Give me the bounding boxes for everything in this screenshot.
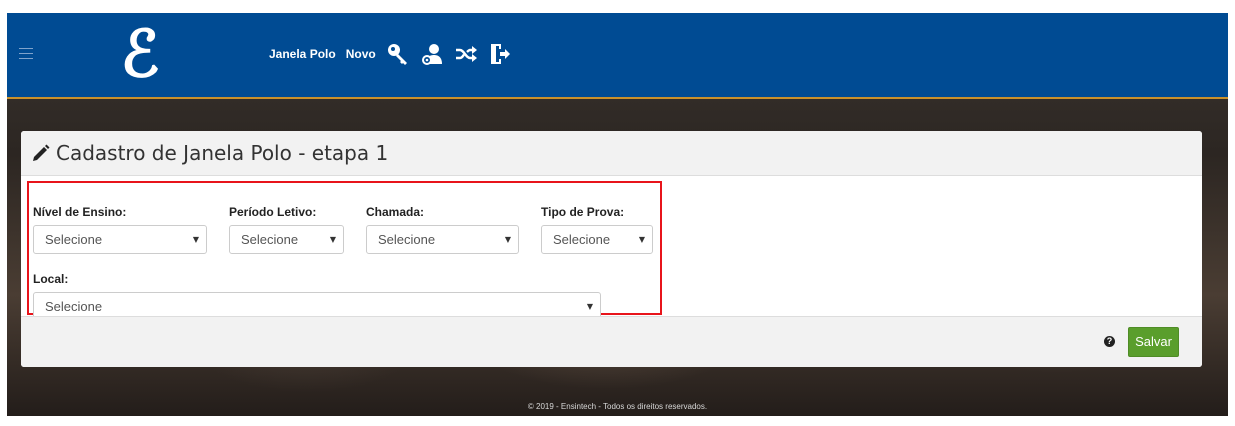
chevron-down-icon: ▼	[329, 235, 336, 244]
logout-icon[interactable]	[488, 42, 512, 66]
user-settings-icon[interactable]	[420, 42, 444, 66]
page-title-text: Cadastro de Janela Polo - etapa 1	[56, 141, 389, 165]
nav-link-novo[interactable]: Novo	[346, 47, 376, 61]
card-header: Cadastro de Janela Polo - etapa 1	[21, 131, 1202, 176]
chevron-down-icon: ▼	[192, 235, 199, 244]
nivel-ensino-value: Selecione	[45, 232, 103, 247]
periodo-letivo-field: Período Letivo: Selecione ▼	[229, 204, 344, 254]
chevron-down-icon: ▼	[638, 235, 645, 244]
nav-links: Janela Polo Novo	[269, 41, 512, 67]
tipo-prova-label: Tipo de Prova:	[541, 205, 625, 219]
copyright-footer: © 2019 - Ensintech - Todos os direitos r…	[527, 402, 708, 411]
nivel-ensino-field: Nível de Ensino: Selecione ▼	[33, 204, 207, 254]
hamburger-menu-icon[interactable]	[19, 48, 33, 59]
chamada-value: Selecione	[378, 232, 436, 247]
periodo-letivo-label: Período Letivo:	[229, 205, 317, 219]
chevron-down-icon: ▼	[504, 235, 511, 244]
page-title: Cadastro de Janela Polo - etapa 1	[32, 140, 388, 166]
nivel-ensino-label: Nível de Ensino:	[33, 205, 127, 219]
nav-link-janela-polo[interactable]: Janela Polo	[269, 47, 336, 61]
top-navbar: ℰ Janela Polo Novo	[7, 13, 1228, 99]
app-frame: ℰ Janela Polo Novo Cadastro de Janela Po…	[7, 13, 1228, 416]
app-logo[interactable]: ℰ	[110, 19, 170, 91]
tipo-prova-field: Tipo de Prova: Selecione ▼	[541, 204, 653, 254]
help-icon[interactable]: ?	[1104, 336, 1115, 347]
chamada-field: Chamada: Selecione ▼	[366, 204, 519, 254]
periodo-letivo-value: Selecione	[241, 232, 299, 247]
nivel-ensino-select[interactable]: Selecione ▼	[33, 225, 207, 254]
key-icon[interactable]	[386, 42, 410, 66]
save-button[interactable]: Salvar	[1128, 327, 1179, 357]
form-card: Cadastro de Janela Polo - etapa 1 Nível …	[21, 131, 1202, 367]
tipo-prova-select[interactable]: Selecione ▼	[541, 225, 653, 254]
local-label: Local:	[33, 272, 69, 286]
shuffle-icon[interactable]	[454, 42, 478, 66]
chamada-label: Chamada:	[366, 205, 425, 219]
chamada-select[interactable]: Selecione ▼	[366, 225, 519, 254]
periodo-letivo-select[interactable]: Selecione ▼	[229, 225, 344, 254]
tipo-prova-value: Selecione	[553, 232, 611, 247]
local-field: Local: Selecione ▼	[33, 271, 601, 321]
card-footer: ? Salvar	[21, 316, 1202, 367]
pencil-icon	[32, 144, 50, 162]
